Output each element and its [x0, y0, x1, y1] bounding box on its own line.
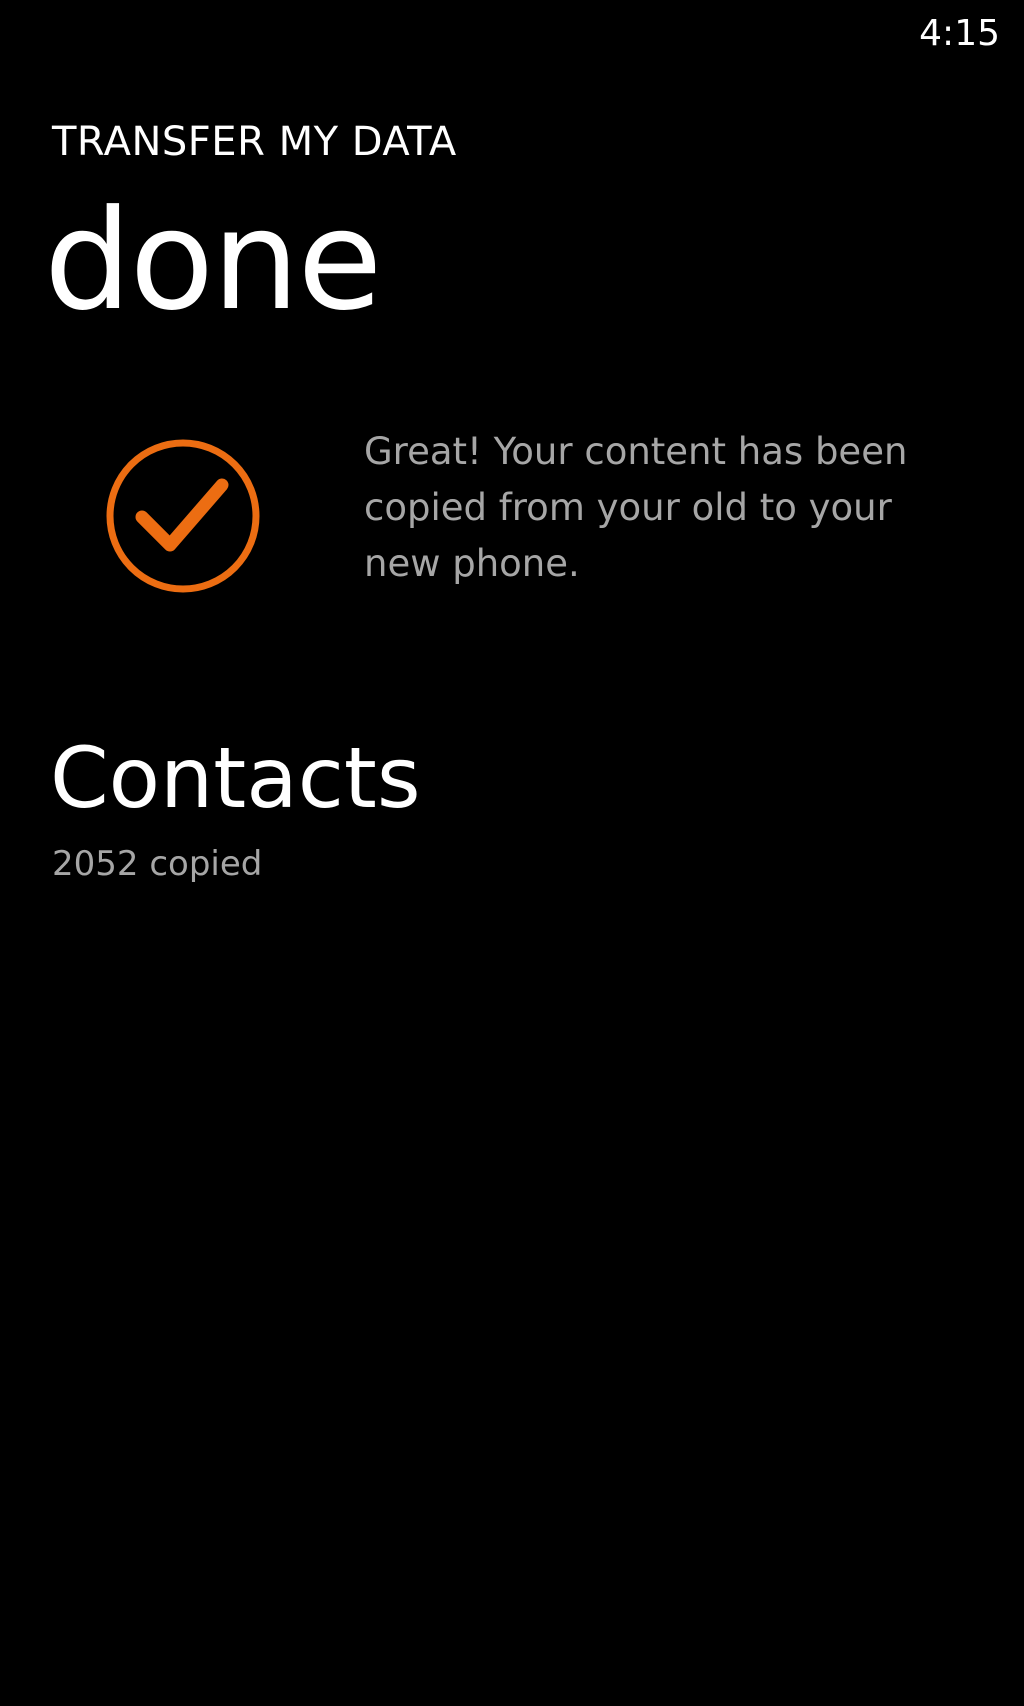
app-title: TRANSFER MY DATA — [52, 119, 457, 165]
transfer-complete-message: Great! Your content has been copied from… — [364, 430, 908, 585]
check-circle-icon — [104, 437, 262, 595]
status-time: 4:15 — [919, 13, 1000, 54]
contacts-copied-count: 2052 copied — [52, 844, 263, 884]
page-title: done — [44, 180, 382, 341]
status-bar: 4:15 — [0, 0, 1024, 70]
contacts-title[interactable]: Contacts — [50, 730, 421, 826]
